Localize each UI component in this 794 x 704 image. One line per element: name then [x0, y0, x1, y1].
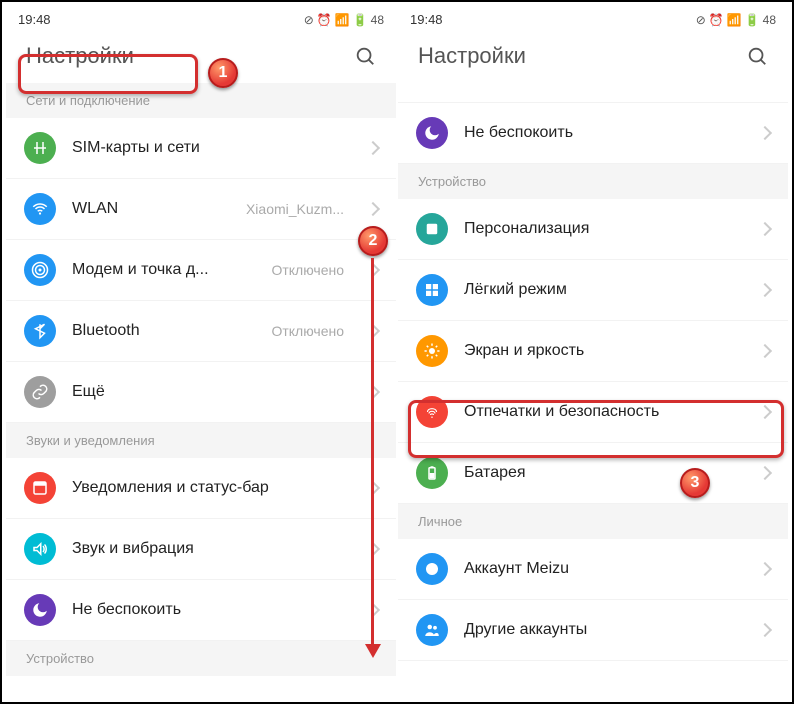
accounts-icon	[416, 614, 448, 646]
page-header: Настройки	[6, 33, 396, 83]
link-icon	[24, 376, 56, 408]
item-dnd-left[interactable]: Не беспокоить	[6, 580, 396, 641]
item-display[interactable]: Экран и яркость	[398, 321, 788, 382]
sound-icon	[24, 533, 56, 565]
status-time: 19:48	[18, 12, 51, 27]
right-screen: 19:48 ⊘⏰📶🔋48 Настройки Не беспокоить Уст…	[398, 6, 788, 698]
item-fingerprint-security[interactable]: Отпечатки и безопасность	[398, 382, 788, 443]
item-value: Отключено	[271, 262, 344, 278]
section-sounds: Звуки и уведомления	[6, 423, 396, 458]
battery-icon	[416, 457, 448, 489]
annotation-badge-2: 2	[358, 226, 388, 256]
item-label: Лёгкий режим	[464, 281, 744, 299]
item-label: Ещё	[72, 383, 352, 401]
item-sound[interactable]: Звук и вибрация	[6, 519, 396, 580]
chevron-icon	[758, 344, 772, 358]
item-label: Не беспокоить	[72, 601, 352, 619]
item-notifications[interactable]: Уведомления и статус-бар	[6, 458, 396, 519]
item-label: Другие аккаунты	[464, 621, 744, 639]
account-icon	[416, 553, 448, 585]
section-device-right: Устройство	[398, 164, 788, 199]
item-meizu-account[interactable]: Аккаунт Meizu	[398, 539, 788, 600]
section-network: Сети и подключение	[6, 83, 396, 118]
chevron-icon	[758, 466, 772, 480]
page-title: Настройки	[26, 43, 134, 69]
statusbar-icon	[24, 472, 56, 504]
item-bluetooth[interactable]: Bluetooth Отключено	[6, 301, 396, 362]
moon-icon	[416, 117, 448, 149]
item-more[interactable]: Ещё	[6, 362, 396, 423]
fingerprint-icon	[416, 396, 448, 428]
item-label: Не беспокоить	[464, 124, 744, 142]
chevron-icon	[758, 126, 772, 140]
search-icon[interactable]	[354, 45, 376, 67]
item-wlan[interactable]: WLAN Xiaomi_Kuzm...	[6, 179, 396, 240]
item-value: Отключено	[271, 323, 344, 339]
annotation-arrow	[371, 258, 374, 646]
status-icons: ⊘⏰📶🔋48	[696, 13, 776, 27]
item-label: Персонализация	[464, 220, 744, 238]
item-label: SIM-карты и сети	[72, 139, 352, 157]
chevron-icon	[758, 222, 772, 236]
wifi-icon	[24, 193, 56, 225]
page-header: Настройки	[398, 33, 788, 83]
hotspot-icon	[24, 254, 56, 286]
status-icons: ⊘⏰📶🔋48	[304, 13, 384, 27]
palette-icon	[416, 213, 448, 245]
item-battery[interactable]: Батарея	[398, 443, 788, 504]
item-label: Уведомления и статус-бар	[72, 479, 352, 497]
chevron-icon	[366, 202, 380, 216]
chevron-icon	[758, 623, 772, 637]
item-value: Xiaomi_Kuzm...	[246, 201, 344, 217]
moon-icon	[24, 594, 56, 626]
sim-icon	[24, 132, 56, 164]
annotation-badge-3: 3	[680, 468, 710, 498]
annotation-badge-1: 1	[208, 58, 238, 88]
partial-item	[398, 83, 788, 103]
item-label: Звук и вибрация	[72, 540, 352, 558]
annotation-arrowhead	[365, 644, 381, 658]
item-label: Аккаунт Meizu	[464, 560, 744, 578]
section-personal: Личное	[398, 504, 788, 539]
item-easy-mode[interactable]: Лёгкий режим	[398, 260, 788, 321]
item-dnd-right[interactable]: Не беспокоить	[398, 103, 788, 164]
chevron-icon	[366, 141, 380, 155]
grid-icon	[416, 274, 448, 306]
page-title: Настройки	[418, 43, 526, 69]
bluetooth-icon	[24, 315, 56, 347]
item-hotspot[interactable]: Модем и точка д... Отключено	[6, 240, 396, 301]
item-label: Модем и точка д...	[72, 261, 255, 279]
status-time: 19:48	[410, 12, 443, 27]
brightness-icon	[416, 335, 448, 367]
item-personalization[interactable]: Персонализация	[398, 199, 788, 260]
chevron-icon	[758, 405, 772, 419]
status-bar: 19:48 ⊘⏰📶🔋48	[6, 6, 396, 33]
status-bar: 19:48 ⊘⏰📶🔋48	[398, 6, 788, 33]
item-sim-cards[interactable]: SIM-карты и сети	[6, 118, 396, 179]
item-label: Bluetooth	[72, 322, 255, 340]
section-device-left: Устройство	[6, 641, 396, 676]
item-label: WLAN	[72, 200, 230, 218]
item-other-accounts[interactable]: Другие аккаунты	[398, 600, 788, 661]
left-screen: 19:48 ⊘⏰📶🔋48 Настройки Сети и подключени…	[6, 6, 396, 698]
item-label: Экран и яркость	[464, 342, 744, 360]
search-icon[interactable]	[746, 45, 768, 67]
chevron-icon	[758, 562, 772, 576]
chevron-icon	[758, 283, 772, 297]
item-label: Отпечатки и безопасность	[464, 403, 744, 421]
